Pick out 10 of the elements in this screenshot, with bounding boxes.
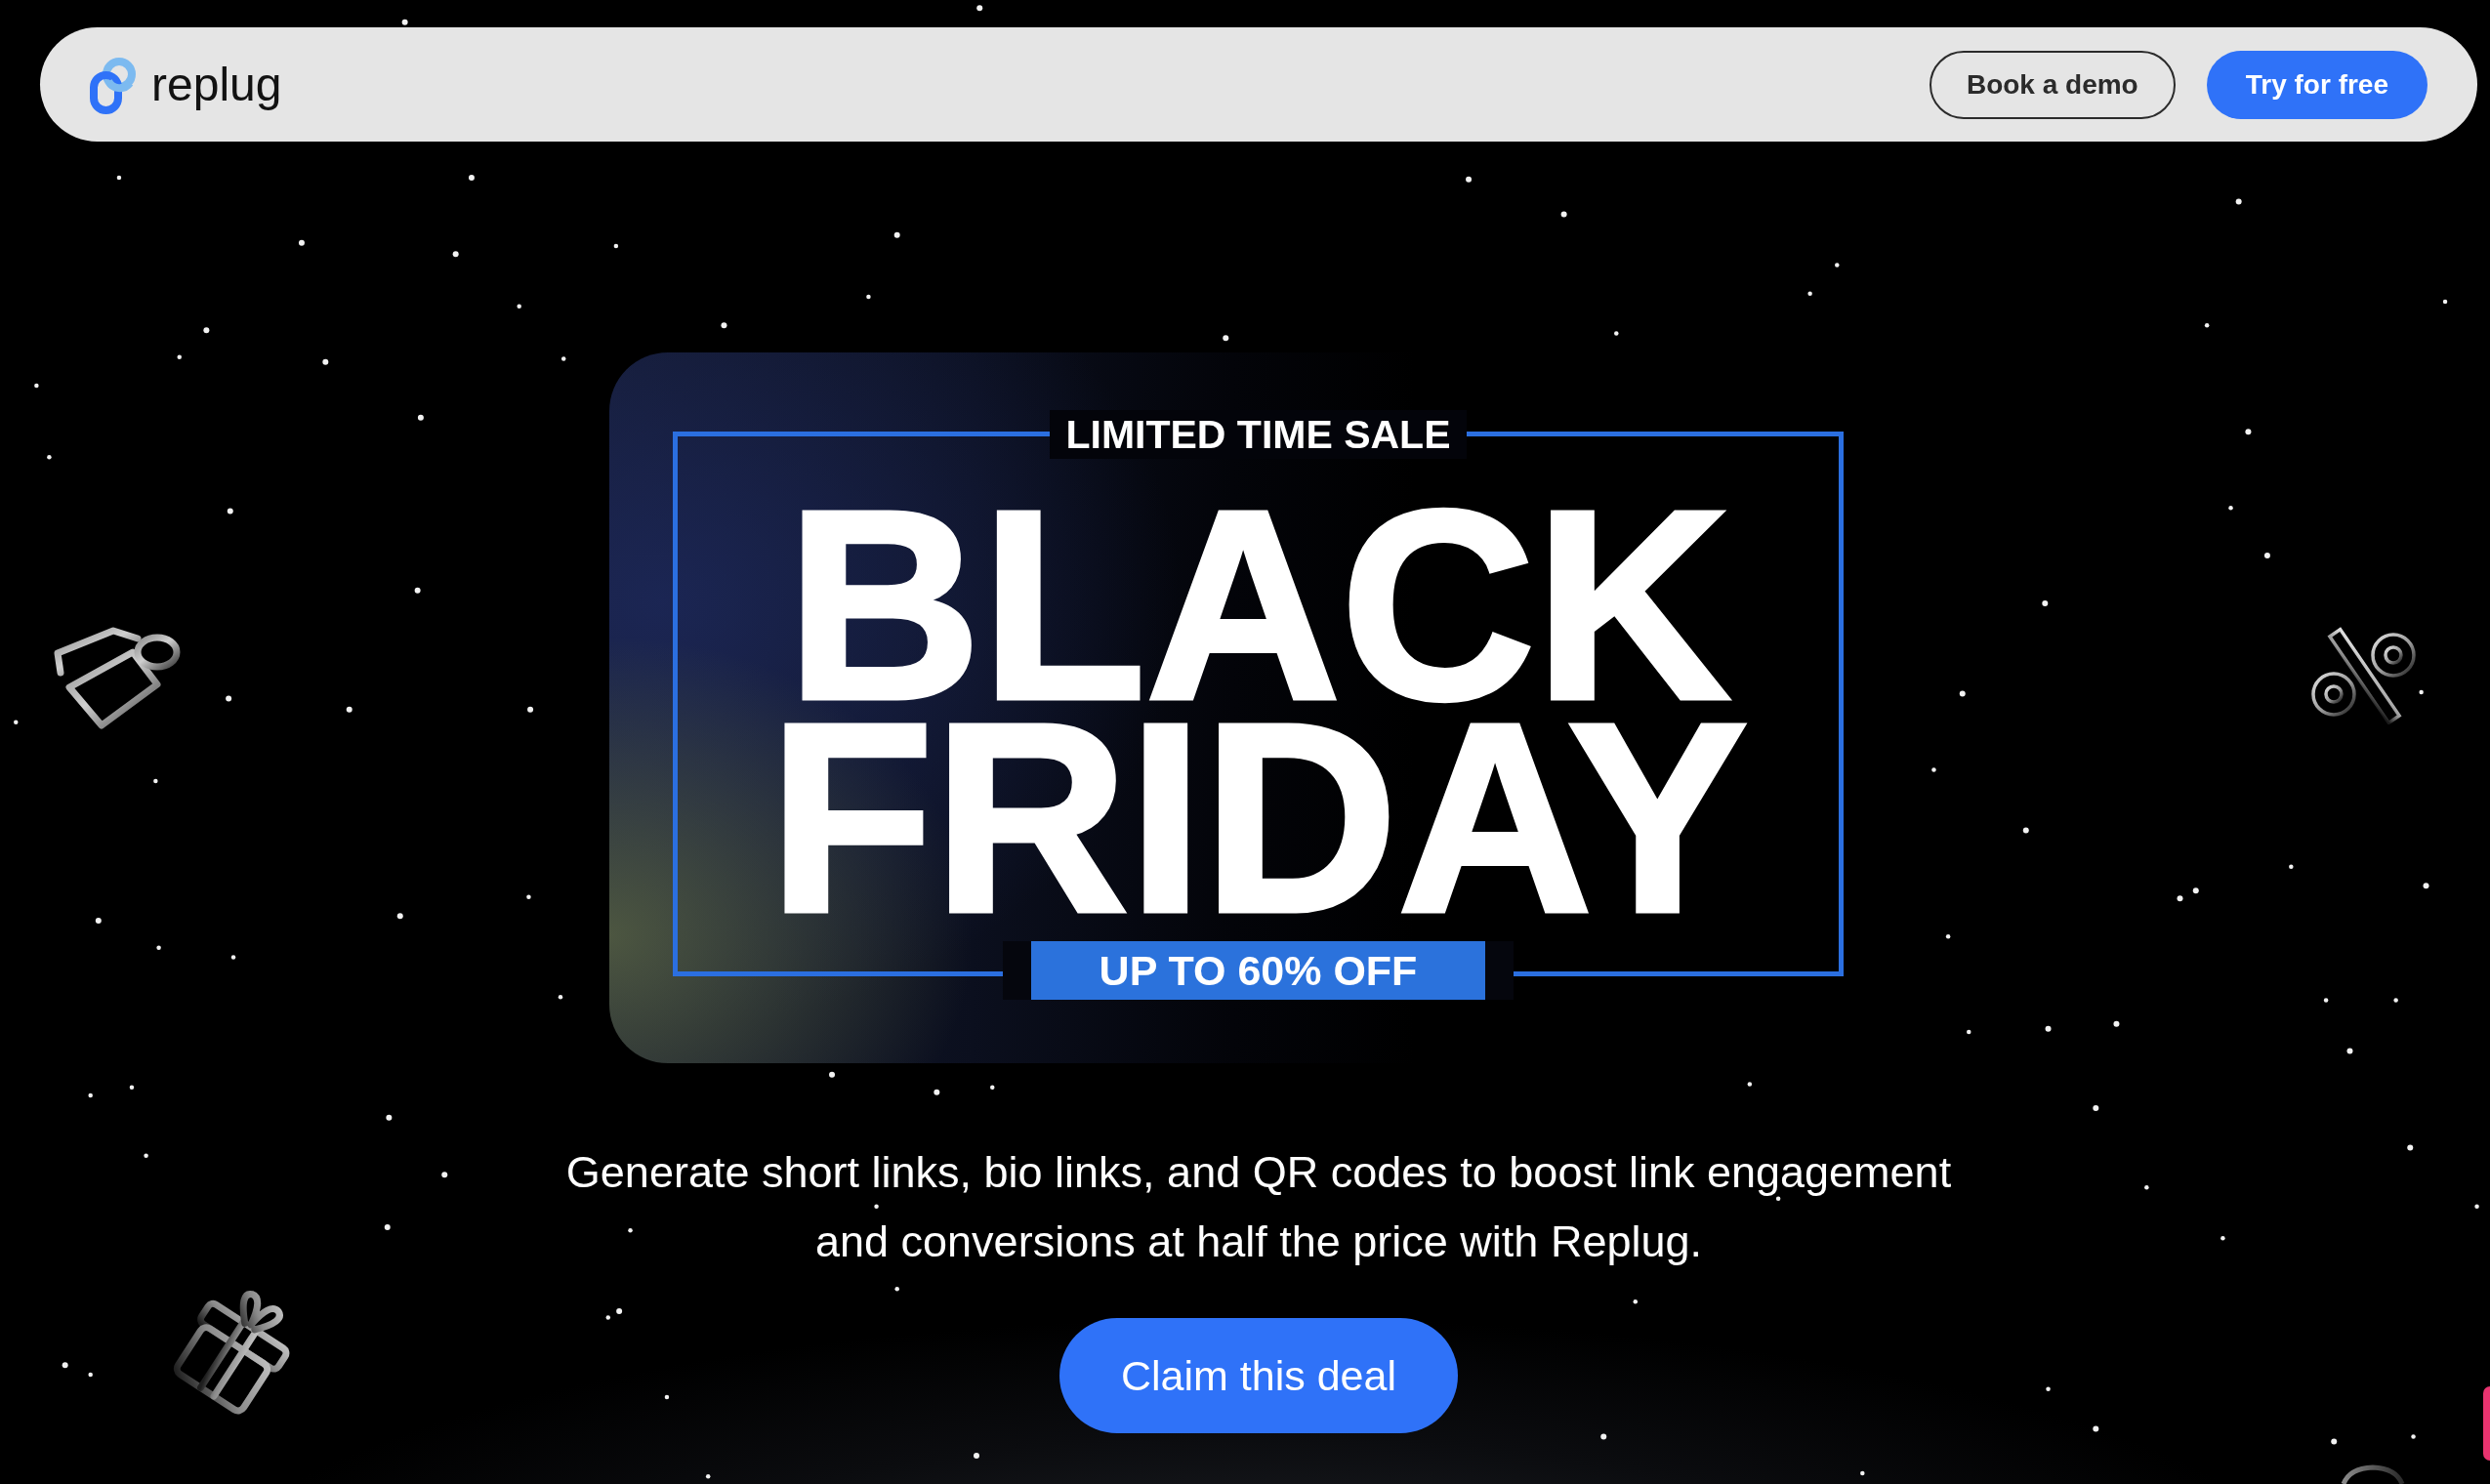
- price-tag-icon: [54, 625, 183, 732]
- partial-ring-icon: [2340, 1464, 2406, 1484]
- logo-link[interactable]: replug: [86, 53, 282, 116]
- sale-tagline: LIMITED TIME SALE: [1050, 409, 1467, 459]
- free-trial-button[interactable]: Try for free: [2206, 50, 2428, 119]
- claim-deal-button[interactable]: Claim this deal: [1059, 1318, 1458, 1433]
- hero-description: Generate short links, bio links, and QR codes to boost link engagement and conversions at half the price with Replug.: [564, 1145, 1953, 1268]
- discount-badge: UP TO 60% OFF: [1030, 941, 1486, 1000]
- banner-headline: BLACK FRIDAY: [768, 498, 1749, 924]
- book-demo-button[interactable]: Book a demo: [1929, 50, 2176, 119]
